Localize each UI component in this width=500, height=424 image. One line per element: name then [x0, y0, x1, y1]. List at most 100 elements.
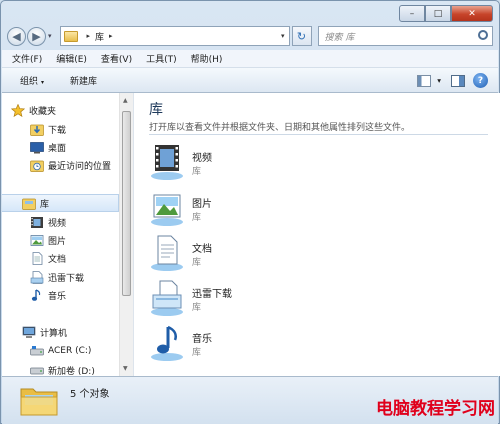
- library-type: 库: [192, 348, 202, 358]
- breadcrumb-library[interactable]: 库: [95, 30, 104, 43]
- sidebar-item-label: 最近访问的位置: [48, 161, 112, 172]
- breadcrumb-separator-icon[interactable]: ▸: [109, 32, 113, 40]
- sidebar-item-favorites[interactable]: 收藏夹: [2, 101, 119, 119]
- refresh-button[interactable]: ↻: [291, 26, 312, 46]
- sidebar-item-label: ACER (C:): [48, 346, 92, 356]
- sidebar-item-videos[interactable]: 视频: [2, 213, 119, 231]
- command-bar: 组织 ▾ 新建库 ▾ ?: [2, 68, 498, 93]
- computer-icon: [22, 326, 36, 338]
- libraries-folder-icon: [22, 198, 36, 210]
- picture-icon: [30, 234, 44, 246]
- recent-pages-dropdown[interactable]: ▾: [48, 32, 52, 40]
- close-button[interactable]: ✕: [451, 5, 493, 22]
- view-options-dropdown-icon[interactable]: ▾: [437, 76, 441, 85]
- sidebar-item-label: 收藏夹: [29, 106, 57, 117]
- scroll-down-icon[interactable]: ▼: [123, 365, 128, 372]
- star-icon: [11, 103, 25, 117]
- sidebar-item-drive-d[interactable]: 新加卷 (D:): [2, 361, 119, 376]
- library-type: 库: [192, 258, 202, 268]
- sidebar-item-drive-c[interactable]: ACER (C:): [2, 342, 119, 360]
- library-type: 库: [192, 303, 202, 313]
- sidebar-item-downloads[interactable]: 下载: [2, 120, 119, 138]
- breadcrumb-separator-icon[interactable]: ▸: [87, 32, 91, 40]
- scroll-up-icon[interactable]: ▲: [123, 97, 128, 104]
- sidebar-item-label: 迅雷下载: [48, 273, 85, 284]
- recent-places-icon: [30, 160, 44, 172]
- sidebar-item-thunder-downloads[interactable]: 迅雷下载: [2, 268, 119, 286]
- download-library-icon: [30, 270, 44, 284]
- library-item-videos[interactable]: 视频 库: [150, 143, 410, 183]
- organize-button[interactable]: 组织 ▾: [20, 74, 44, 87]
- minimize-button[interactable]: –: [399, 5, 425, 22]
- menu-edit[interactable]: 编辑(E): [56, 52, 87, 65]
- library-item-music[interactable]: 音乐 库: [150, 324, 410, 364]
- watermark: 电脑教程学习网: [376, 399, 495, 419]
- library-item-pictures[interactable]: 图片 库: [150, 189, 410, 229]
- menu-view[interactable]: 查看(V): [101, 52, 132, 65]
- sidebar-item-label: 视频: [48, 218, 67, 229]
- sidebar-item-computer[interactable]: 计算机: [2, 323, 119, 341]
- divider: [149, 134, 488, 135]
- forward-arrow-icon: ▶: [32, 29, 41, 43]
- drive-icon: [30, 367, 44, 374]
- object-count: 5 个对象: [70, 389, 110, 400]
- library-type: 库: [192, 213, 202, 223]
- window-controls: – □ ✕: [399, 5, 493, 22]
- picture-library-icon: [151, 194, 183, 226]
- download-library-icon: [151, 280, 183, 316]
- help-icon[interactable]: ?: [473, 73, 488, 88]
- library-name: 视频: [192, 153, 212, 164]
- sidebar-item-label: 计算机: [40, 328, 68, 339]
- sidebar-item-label: 新加卷 (D:): [48, 366, 95, 377]
- sidebar-item-music[interactable]: 音乐: [2, 286, 119, 304]
- library-name: 图片: [192, 199, 212, 210]
- change-view-icon[interactable]: [417, 74, 432, 87]
- back-arrow-icon: ◀: [12, 29, 21, 43]
- back-button[interactable]: ◀: [7, 26, 26, 46]
- menu-tools[interactable]: 工具(T): [146, 52, 177, 65]
- library-folder-icon: [63, 30, 78, 42]
- scrollbar-thumb[interactable]: [122, 111, 131, 296]
- library-item-thunder-downloads[interactable]: 迅雷下载 库: [150, 279, 410, 319]
- address-dropdown-icon[interactable]: ▾: [281, 32, 285, 40]
- desktop-icon: [30, 141, 44, 153]
- library-type: 库: [192, 167, 202, 177]
- library-name: 音乐: [192, 334, 212, 345]
- sidebar-item-label: 文档: [48, 254, 67, 265]
- sidebar-item-documents[interactable]: 文档: [2, 249, 119, 267]
- document-library-icon: [151, 235, 183, 271]
- sidebar-item-libraries[interactable]: 库: [2, 194, 119, 212]
- library-name: 文档: [192, 244, 212, 255]
- library-name: 迅雷下载: [192, 289, 232, 300]
- sidebar-item-desktop[interactable]: 桌面: [2, 138, 119, 156]
- refresh-icon: ↻: [296, 29, 307, 43]
- page-title: 库: [149, 102, 163, 118]
- library-item-documents[interactable]: 文档 库: [150, 234, 410, 274]
- search-icon: [478, 30, 488, 40]
- sidebar-item-label: 桌面: [48, 143, 67, 154]
- search-input[interactable]: 搜索 库: [317, 26, 493, 46]
- music-library-icon: [151, 325, 183, 361]
- menu-file[interactable]: 文件(F): [12, 52, 42, 65]
- forward-button[interactable]: ▶: [27, 26, 46, 46]
- address-bar[interactable]: ▸ 库 ▸ ▾: [59, 26, 290, 46]
- video-icon: [31, 216, 43, 228]
- music-note-icon: [31, 288, 41, 301]
- navigation-pane: 收藏夹 下载 桌面 最近访问的位置 库 视频 图片 文档 迅雷下载 音乐 计算机…: [2, 93, 119, 376]
- new-library-button[interactable]: 新建库: [70, 74, 97, 87]
- sidebar-item-pictures[interactable]: 图片: [2, 231, 119, 249]
- video-library-icon: [151, 145, 183, 180]
- maximize-button[interactable]: □: [425, 5, 451, 22]
- organize-label: 组织: [20, 76, 39, 87]
- menu-help[interactable]: 帮助(H): [191, 52, 223, 65]
- explorer-window: – □ ✕ ◀ ▶ ▾ ▸ 库 ▸ ▾ ↻ 搜索 库 文件(F) 编辑(E) 查…: [0, 0, 500, 424]
- document-icon: [32, 251, 43, 265]
- sidebar-item-recent-places[interactable]: 最近访问的位置: [2, 156, 119, 174]
- chevron-down-icon: ▾: [41, 78, 45, 86]
- navigation-bar: ◀ ▶ ▾ ▸ 库 ▸ ▾ ↻ 搜索 库: [7, 25, 493, 47]
- sidebar-scrollbar[interactable]: ▲ ▼: [119, 93, 133, 376]
- preview-pane-icon[interactable]: [451, 74, 465, 87]
- menu-bar: 文件(F) 编辑(E) 查看(V) 工具(T) 帮助(H): [2, 50, 498, 68]
- sidebar-item-label: 音乐: [48, 291, 67, 302]
- sidebar-item-label: 库: [40, 199, 50, 210]
